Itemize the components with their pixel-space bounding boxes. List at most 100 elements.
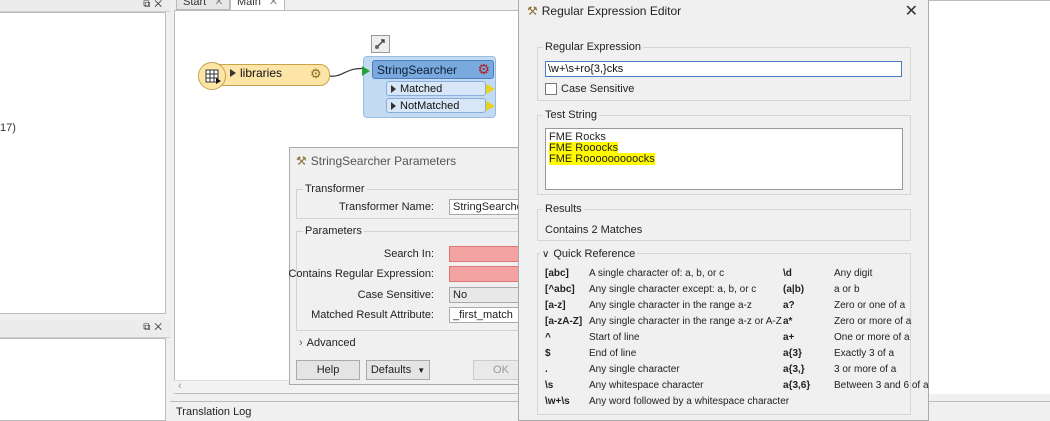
output-port-notmatched[interactable]: NotMatched (386, 98, 495, 113)
gear-icon[interactable]: ⚙ (310, 66, 322, 82)
advanced-expander[interactable]: › Advanced (299, 337, 356, 349)
qr-symbol: [a-zA-Z] (545, 316, 583, 327)
qr-symbol: \d (783, 268, 792, 279)
result-attribute-field[interactable]: _first_match (449, 307, 529, 323)
qr-description: Exactly 3 of a (834, 348, 895, 359)
secondary-panel-header: ⧉✕ (0, 320, 170, 338)
output-port-arrow-icon[interactable] (486, 84, 495, 94)
tab-main[interactable]: Main ✕ (230, 0, 286, 10)
section-label: Regular Expression (543, 41, 643, 53)
navigator-tree[interactable] (0, 12, 166, 314)
expand-triangle-icon[interactable] (230, 69, 236, 77)
transformer-name-row: Transformer Name: StringSearcher (289, 199, 529, 215)
field-label: Contains Regular Expression: (288, 268, 434, 280)
results-section: Results Contains 2 Matches (537, 203, 911, 241)
case-sensitive-checkbox[interactable] (545, 83, 557, 95)
qr-description: One or more of a (834, 332, 910, 343)
navigator-panel-header: ⧉✕ (0, 0, 170, 12)
quick-ref-row: [a-zA-Z] Any single character in the rang… (545, 316, 915, 332)
input-port-icon[interactable] (362, 66, 370, 76)
result-attribute-row: Matched Result Attribute: _first_match (289, 307, 529, 323)
field-label: Case Sensitive: (357, 289, 434, 301)
case-sensitive-select[interactable]: No (449, 287, 529, 303)
dialog-title-text: Regular Expression Editor (541, 4, 682, 18)
qr-description: Zero or one of a (834, 300, 906, 311)
field-label: Search In: (383, 248, 434, 260)
section-label: Results (543, 203, 584, 215)
tab-start[interactable]: Start ✕ (176, 0, 231, 10)
qr-description: Start of line (589, 332, 640, 343)
regex-editor-dialog: ⚒ Regular Expression Editor ✕ Regular Exp… (518, 0, 929, 421)
test-string-section: Test String FME Rocks FME Rooocks FME Ro… (537, 109, 911, 195)
qr-symbol: [abc] (545, 268, 569, 279)
results-text: Contains 2 Matches (545, 224, 643, 236)
defaults-button[interactable]: Defaults ▼ (366, 360, 430, 380)
quick-ref-row: [^abc] Any single character except: a, b,… (545, 284, 915, 300)
qr-symbol: [^abc] (545, 284, 575, 295)
qr-symbol: a* (783, 316, 793, 327)
qr-symbol: \w+\s (545, 396, 570, 407)
close-icon[interactable]: ✕ (269, 0, 278, 8)
scroll-left-icon[interactable]: ‹ (178, 380, 182, 392)
quick-ref-row: . Any single character a{3,} 3 or more of a (545, 364, 915, 380)
chevron-down-icon: ∨ (542, 249, 550, 260)
qr-description: End of line (589, 348, 637, 359)
regex-section: Regular Expression \w+\s+ro{3,}cks Case … (537, 41, 911, 101)
output-port-arrow-icon[interactable] (486, 101, 495, 111)
quick-ref-row: \s Any whitespace character a{3,6} Between … (545, 380, 929, 396)
transformer-titlebar[interactable]: StringSearcher ⚙ (372, 60, 494, 79)
reader-node-libraries[interactable]: libraries ⚙ (198, 62, 332, 90)
close-icon[interactable]: ✕ (905, 1, 918, 21)
help-button[interactable]: Help (296, 360, 360, 380)
regex-input[interactable]: \w+\s+ro{3,}cks (545, 61, 902, 77)
regex-field[interactable] (449, 266, 529, 282)
quick-ref-row: ^ Start of line a+ One or more of a (545, 332, 915, 348)
panel-float-close-icon[interactable]: ⧉✕ (143, 0, 166, 10)
translation-log-title: Translation Log (176, 406, 252, 418)
panel-float-close-icon[interactable]: ⧉✕ (143, 322, 166, 333)
quick-reference-label: Quick Reference (553, 248, 636, 260)
expand-triangle-icon[interactable] (391, 85, 396, 93)
quick-reference-toggle[interactable]: ∨ Quick Reference (540, 248, 638, 260)
advanced-label: Advanced (306, 337, 356, 349)
navigator-panel: ⧉✕ 17) ⧉✕ (0, 0, 170, 421)
qr-description: A single character of: a, b, or c (589, 268, 725, 279)
qr-description: 3 or more of a (834, 364, 897, 375)
regex-row: Contains Regular Expression: (288, 266, 529, 282)
tab-label: Start (183, 0, 207, 8)
qr-description: a or b (834, 284, 860, 295)
qr-description: Any digit (834, 268, 873, 279)
gear-icon[interactable]: ⚙ (477, 61, 490, 78)
close-icon[interactable]: ✕ (214, 0, 223, 8)
transformer-annotation-icon[interactable] (371, 35, 390, 53)
transformer-name: StringSearcher (377, 63, 458, 77)
qr-description: Zero or more of a (834, 316, 912, 327)
qr-description: Any single character in the range a-z (589, 300, 752, 311)
secondary-panel-body[interactable] (0, 338, 166, 421)
test-line: FME Rooooooooocks (549, 153, 899, 165)
quick-ref-row: $ End of line a{3} Exactly 3 of a (545, 348, 915, 364)
qr-description: Any word followed by a whitespace charac… (589, 396, 790, 407)
canvas-right-area[interactable] (929, 0, 1050, 394)
qr-symbol: $ (545, 348, 551, 359)
quick-ref-row: \w+\s Any word followed by a whitespace c… (545, 396, 915, 412)
transformer-node-stringsearcher[interactable]: StringSearcher ⚙ Matched NotMatched (362, 56, 496, 118)
field-label: Transformer Name: (339, 201, 434, 213)
output-port-matched[interactable]: Matched (386, 81, 495, 96)
expand-triangle-icon[interactable] (391, 102, 396, 110)
test-string-textarea[interactable]: FME Rocks FME Rooocks FME Rooooooooocks (545, 128, 903, 190)
qr-description: Any single character (589, 364, 680, 375)
transformer-name-field[interactable]: StringSearcher (449, 199, 529, 215)
search-in-row: Search In: (289, 246, 529, 262)
quick-ref-row: [a-z] Any single character in the range a… (545, 300, 915, 316)
search-in-field[interactable] (449, 246, 529, 262)
wrench-icon: ⚒ (527, 4, 538, 18)
case-sensitive-label: Case Sensitive (561, 83, 635, 95)
qr-symbol: a{3} (783, 348, 802, 359)
test-line-text-highlighted: FME Rooooooooocks (549, 153, 655, 165)
port-label: NotMatched (400, 100, 460, 112)
qr-symbol: a{3,} (783, 364, 805, 375)
parameters-form: Transformer Name: StringSearcher Search … (288, 147, 529, 385)
qr-symbol: [a-z] (545, 300, 566, 311)
port-label: Matched (400, 83, 443, 95)
